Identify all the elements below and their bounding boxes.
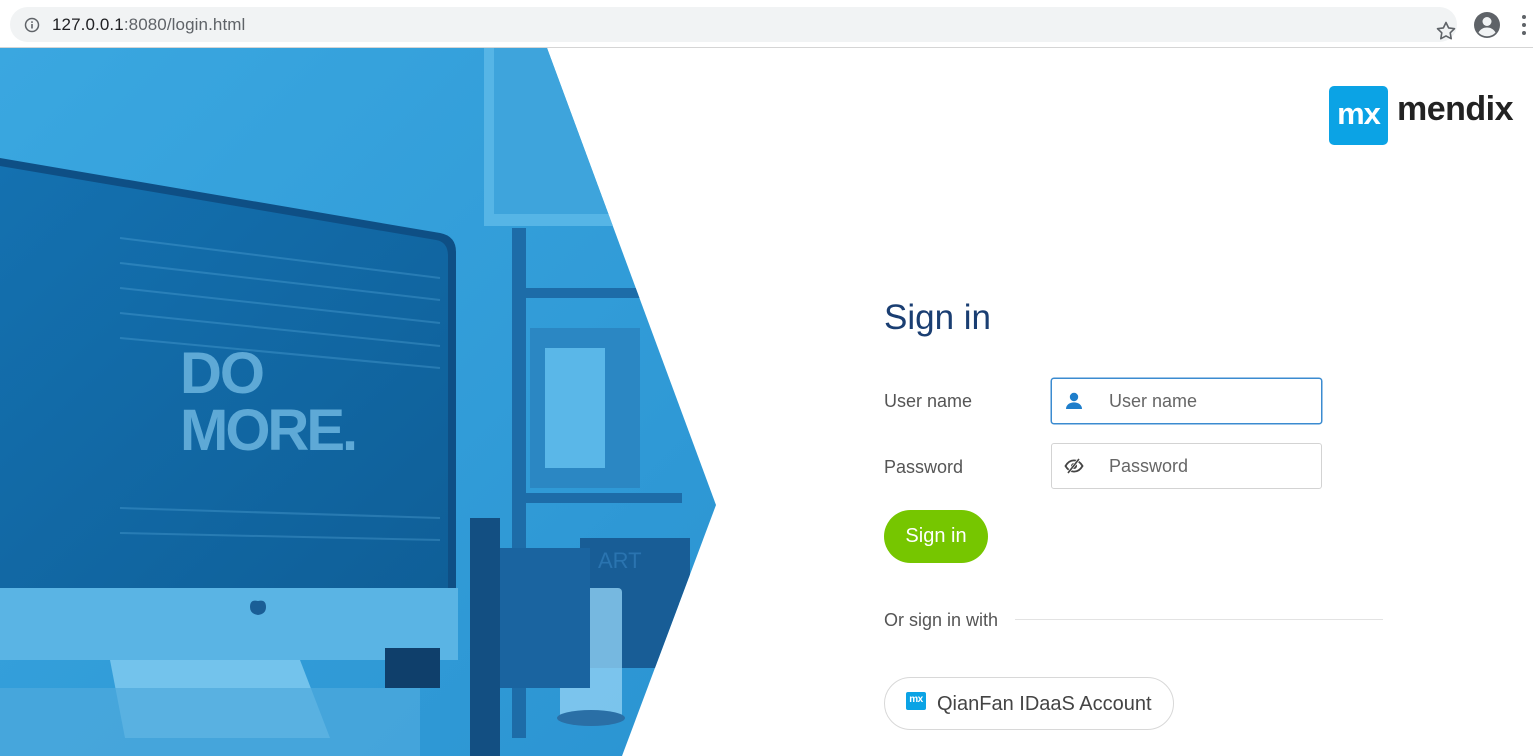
url-port: :8080 [123, 15, 167, 34]
username-field[interactable] [1051, 378, 1322, 424]
mendix-logo-badge: mx [1329, 86, 1388, 145]
user-icon [1066, 392, 1082, 409]
sso-badge-text: mx [909, 694, 923, 705]
url-path: /login.html [166, 15, 246, 34]
poster-text-more: MORE. [180, 398, 355, 463]
browser-top-edge [0, 0, 1533, 2]
username-label: User name [884, 391, 973, 411]
menu-icon[interactable] [1519, 14, 1529, 36]
hero-image: ART DO MORE. [0, 48, 716, 756]
poster-text-do: DO [180, 341, 263, 406]
password-input[interactable] [1109, 444, 1314, 488]
mendix-logo-wordmark: mendix [1397, 90, 1514, 128]
eye-icon[interactable] [1064, 456, 1084, 476]
password-field[interactable] [1051, 443, 1322, 489]
sign-in-button[interactable]: Sign in [884, 510, 988, 563]
info-icon[interactable] [24, 17, 40, 33]
sso-button-label: QianFan IDaaS Account [937, 693, 1152, 715]
password-label: Password [884, 457, 964, 477]
url-text[interactable]: 127.0.0.1:8080/login.html [52, 15, 245, 35]
divider-line [1015, 619, 1383, 620]
address-bar[interactable]: 127.0.0.1:8080/login.html [10, 7, 1457, 42]
logo-badge-text: mx [1337, 96, 1381, 131]
alt-signin-divider-text: Or sign in with [884, 610, 999, 630]
star-icon[interactable] [1434, 19, 1458, 43]
mendix-sso-icon: mx [906, 692, 926, 710]
page-title: Sign in [884, 298, 992, 337]
account-icon[interactable] [1472, 10, 1502, 40]
username-input[interactable] [1109, 379, 1314, 423]
url-host: 127.0.0.1 [52, 15, 124, 34]
sso-signin-button[interactable]: mx QianFan IDaaS Account [884, 677, 1174, 730]
svg-text:ART: ART [598, 548, 642, 573]
